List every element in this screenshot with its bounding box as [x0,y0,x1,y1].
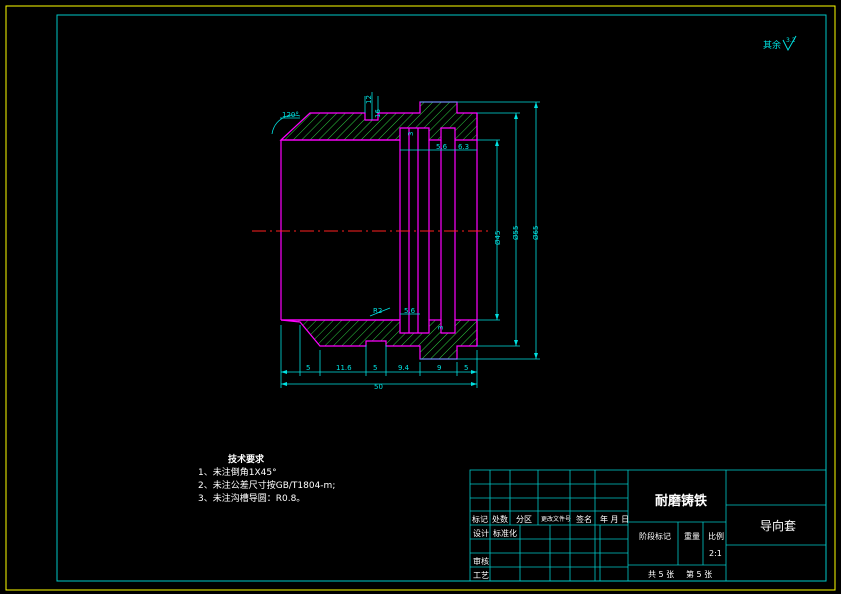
roughness-label: 其余 [763,39,781,51]
drawing-canvas: 5 11.6 5 9.4 9 5 50 5.6 6.3 5.6 120° R2 … [5,5,836,591]
dim-5-6-top: 5.6 [436,143,448,151]
dim-dia65: Ø65 [532,226,540,240]
roughness-value: 3.2 [786,37,796,44]
material-label: 耐磨铸铁 [655,494,708,509]
tb-zone: 分区 [516,515,532,524]
tb-stage-mark: 阶段标记 [639,532,671,541]
dim-angle: 120° [282,111,299,119]
tb-scale-label: 比例 [708,532,724,541]
note-item-1: 1、未注倒角1X45° [198,468,277,478]
tb-change-doc: 更改文件号 [541,516,572,523]
tb-sheet-no: 第 5 张 [686,570,713,579]
tb-count: 处数 [492,515,508,524]
tb-date: 年 月 日 [600,515,630,524]
dim-5-right: 5 [464,364,468,372]
dim-9-4: 9.4 [398,364,410,372]
tb-mark: 标记 [472,515,488,524]
part-name: 导向套 [760,519,797,533]
tb-scale: 2:1 [709,549,722,558]
dim-5-left: 5 [306,364,310,372]
tb-sheets-total: 共 5 张 [648,570,675,579]
sheet-outer-border [5,5,836,591]
lower-section-hatch [280,319,478,360]
tb-review: 审核 [473,557,489,566]
dim-3-top: 3 [407,132,415,136]
notes-title: 技术要求 [228,455,265,465]
dim-3-bottom: 3 [437,326,445,330]
dim-16: 16 [374,109,382,118]
tb-process: 工艺 [473,571,489,580]
dim-11-6: 11.6 [336,364,352,372]
technical-notes: 技术要求 1、未注倒角1X45° 2、未注公差尺寸按GB/T1804-m; 3、… [198,454,335,506]
tb-design: 设计 [473,529,489,538]
dim-dia55: Ø55 [512,226,520,240]
dim-5-mid: 5 [373,364,377,372]
upper-section-hatch [279,101,478,141]
note-item-3: 3、未注沟槽导圆：R0.8。 [198,494,306,504]
note-item-2: 2、未注公差尺寸按GB/T1804-m; [198,481,336,491]
dim-6-3: 6.3 [458,143,469,151]
dim-5-6-bottom: 5.6 [404,307,416,315]
tb-weight: 重量 [684,532,700,541]
tb-sign: 签名 [576,515,592,524]
dim-9: 9 [437,364,441,372]
dim-50: 50 [374,383,383,391]
dim-r2: R2 [373,307,382,315]
dim-dia45: Ø45 [494,231,502,245]
dim-12: 12 [365,95,373,104]
tb-standardize: 标准化 [493,529,517,538]
